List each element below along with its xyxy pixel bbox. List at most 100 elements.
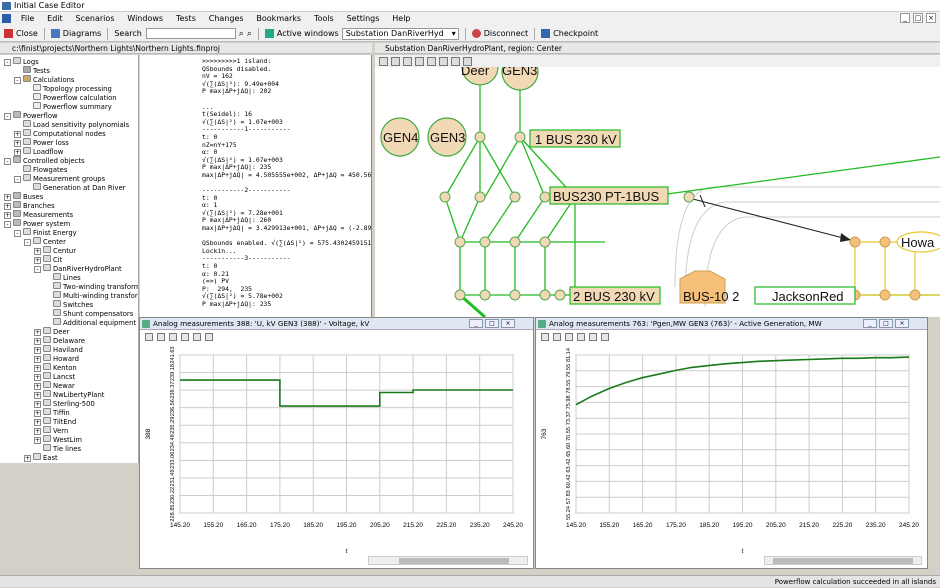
chart-scrollbar[interactable] (368, 556, 528, 565)
tree-item[interactable]: - Finist Energy (14, 228, 77, 237)
search-box[interactable]: Search ⌕ ⌕ (110, 26, 256, 42)
close-button[interactable]: Close (0, 26, 42, 42)
tree-item[interactable]: + Tiffin (34, 408, 70, 417)
tree-item[interactable]: Powerflow summary (24, 102, 112, 111)
close-icon[interactable]: × (926, 13, 936, 23)
expand-icon[interactable]: + (34, 347, 41, 354)
collapse-icon[interactable]: - (24, 239, 31, 246)
tree-item[interactable]: + Delaware (34, 336, 85, 345)
menu-scenarios[interactable]: Scenarios (71, 12, 120, 26)
tree-item[interactable]: + Loadflow (14, 147, 63, 156)
pin-icon[interactable] (145, 333, 153, 341)
expand-icon[interactable]: + (34, 401, 41, 408)
search-next-icon[interactable]: ⌕ (247, 29, 252, 39)
tree-item[interactable]: + Branches (4, 201, 55, 210)
tree-item[interactable]: - Logs (4, 57, 39, 66)
chart-window-voltage[interactable]: Analog measurements 388: 'U, kV GEN3 (38… (139, 317, 534, 569)
tree-item[interactable]: Topology processing (24, 84, 112, 93)
tree-item[interactable]: Tests (14, 66, 50, 75)
menu-edit[interactable]: Edit (42, 12, 68, 26)
maximize-icon[interactable]: □ (485, 319, 499, 328)
active-window-select[interactable]: Substation DanRiverHyd (341, 27, 459, 40)
back-icon[interactable] (415, 56, 424, 66)
project-tree[interactable]: - Logs Tests - Calculations Topology processi… (0, 55, 139, 463)
tree-item[interactable]: + Cit (34, 255, 62, 264)
collapse-icon[interactable]: - (4, 113, 11, 120)
tree-item[interactable]: + Measurements (4, 210, 73, 219)
zoom-in-icon[interactable] (379, 56, 388, 66)
expand-icon[interactable]: + (4, 203, 11, 210)
maximize-icon[interactable]: □ (879, 319, 893, 328)
minimize-icon[interactable]: _ (900, 13, 910, 23)
export-icon[interactable] (577, 333, 585, 341)
diagrams-button[interactable]: Diagrams (47, 26, 106, 42)
forward-icon[interactable] (427, 56, 436, 66)
tree-item[interactable]: + Sterling-500 (34, 399, 95, 408)
menu-changes[interactable]: Changes (204, 12, 249, 26)
expand-icon[interactable]: + (4, 194, 11, 201)
tree-item[interactable]: Multi-winding transformers (44, 291, 138, 300)
tree-item[interactable]: - Calculations (14, 75, 74, 84)
tree-item[interactable]: + Newar (34, 381, 75, 390)
menu-settings[interactable]: Settings (342, 12, 385, 26)
tree-item[interactable]: Powerflow calculation (24, 93, 117, 102)
tree-item[interactable]: Flowgates (14, 165, 67, 174)
tree-item[interactable]: Shunt compensators (44, 309, 133, 318)
tree-item[interactable]: - DanRiverHydroPlant (34, 264, 122, 273)
search-input[interactable] (145, 28, 236, 39)
tree-item[interactable]: + NwLibertyPlant (34, 390, 104, 399)
tree-item[interactable]: + Centur (34, 246, 76, 255)
tree-item[interactable]: + Computational nodes (14, 129, 106, 138)
menu-help[interactable]: Help (387, 12, 415, 26)
expand-icon[interactable]: + (34, 374, 41, 381)
tree-item[interactable]: - Power system (4, 219, 70, 228)
refresh-icon[interactable] (439, 56, 448, 66)
tree-item[interactable]: - Measurement groups (14, 174, 105, 183)
collapse-icon[interactable]: - (14, 77, 21, 84)
tree-item[interactable]: + Power loss (14, 138, 69, 147)
pin-icon[interactable] (541, 333, 549, 341)
expand-icon[interactable]: + (4, 212, 11, 219)
collapse-icon[interactable]: - (14, 230, 21, 237)
table-icon[interactable] (169, 333, 177, 341)
expand-icon[interactable]: + (14, 131, 21, 138)
menu-tests[interactable]: Tests (171, 12, 201, 26)
save-icon[interactable] (451, 56, 460, 66)
tree-item[interactable]: + Deer (34, 327, 69, 336)
minimize-icon[interactable]: _ (863, 319, 877, 328)
expand-icon[interactable]: + (34, 338, 41, 345)
zoom-out-icon[interactable] (391, 56, 400, 66)
collapse-icon[interactable]: - (14, 176, 21, 183)
collapse-icon[interactable]: - (4, 221, 11, 228)
expand-icon[interactable]: + (24, 455, 31, 462)
tree-item[interactable]: - Center (24, 237, 66, 246)
expand-icon[interactable]: + (34, 428, 41, 435)
disconnect-button[interactable]: Disconnect (468, 26, 532, 42)
search-icon[interactable]: ⌕ (239, 29, 244, 39)
tree-item[interactable]: - Controlled objects (4, 156, 85, 165)
tree-item[interactable]: Load sensitivity polynomials (14, 120, 129, 129)
fit-icon[interactable] (157, 333, 165, 341)
expand-icon[interactable]: + (34, 257, 41, 264)
expand-icon[interactable]: + (34, 248, 41, 255)
tree-item[interactable]: Additional equipment (44, 318, 136, 327)
tree-item[interactable]: + Kenton (34, 363, 77, 372)
tree-item[interactable]: + Vern (34, 426, 68, 435)
menu-tools[interactable]: Tools (309, 12, 339, 26)
tree-item[interactable]: + Howard (34, 354, 79, 363)
close-icon[interactable]: × (501, 319, 515, 328)
expand-icon[interactable]: + (34, 365, 41, 372)
collapse-icon[interactable]: - (4, 59, 11, 66)
tree-item[interactable]: + TiltEnd (34, 417, 76, 426)
tree-item[interactable]: Switches (44, 300, 93, 309)
pan-icon[interactable] (403, 56, 412, 66)
print-icon[interactable] (463, 56, 472, 66)
restore-icon[interactable]: □ (913, 13, 923, 23)
tree-item[interactable]: Lines (44, 273, 81, 282)
export-icon[interactable] (181, 333, 189, 341)
expand-icon[interactable]: + (34, 392, 41, 399)
menu-bookmarks[interactable]: Bookmarks (251, 12, 306, 26)
checkpoint-button[interactable]: Checkpoint (537, 26, 602, 42)
tree-item[interactable]: + WestLim (34, 435, 82, 444)
expand-icon[interactable]: + (34, 410, 41, 417)
